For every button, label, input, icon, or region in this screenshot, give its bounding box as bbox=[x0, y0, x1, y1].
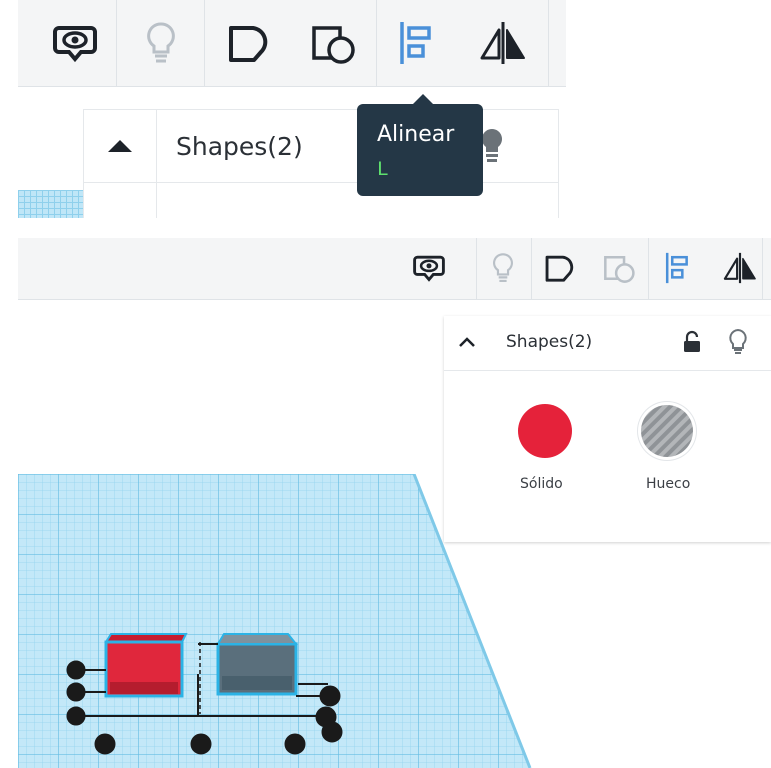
toolbar-divider bbox=[116, 0, 117, 86]
editor-panel: Shapes(2) Sólido Hueco bbox=[18, 238, 771, 768]
align-icon[interactable] bbox=[392, 18, 442, 68]
toolbar-divider bbox=[204, 0, 205, 86]
mirror-icon[interactable] bbox=[722, 250, 758, 286]
workplane-grid[interactable] bbox=[18, 190, 88, 218]
toolbar-divider bbox=[376, 0, 377, 86]
toolbar bbox=[18, 238, 771, 300]
notes-icon[interactable] bbox=[411, 250, 447, 286]
inspector-title: Shapes(2) bbox=[176, 132, 303, 161]
inspector-divider bbox=[156, 110, 157, 218]
shape-inspector: Shapes(2) bbox=[84, 110, 558, 218]
bulb-icon[interactable] bbox=[727, 328, 749, 356]
shape-inspector: Shapes(2) Sólido Hueco bbox=[444, 316, 771, 542]
bulb-icon[interactable] bbox=[136, 18, 186, 68]
collapse-icon[interactable] bbox=[106, 136, 134, 156]
toolbar-divider bbox=[648, 238, 649, 299]
solid-swatch[interactable] bbox=[518, 404, 572, 458]
group-icon[interactable] bbox=[542, 250, 578, 286]
chevron-up-icon[interactable] bbox=[458, 336, 476, 348]
hole-swatch[interactable] bbox=[638, 402, 696, 460]
align-tooltip: Alinear L bbox=[357, 94, 483, 196]
tooltip-shortcut: L bbox=[377, 158, 389, 180]
hole-label: Hueco bbox=[646, 476, 691, 492]
toolbar-divider bbox=[548, 0, 549, 86]
hole-box[interactable] bbox=[216, 633, 299, 696]
toolbar bbox=[18, 0, 566, 87]
lock-icon[interactable] bbox=[682, 330, 702, 354]
toolbar-divider bbox=[762, 238, 763, 299]
ungroup-icon[interactable] bbox=[601, 250, 637, 286]
align-icon[interactable] bbox=[660, 250, 696, 286]
group-icon[interactable] bbox=[224, 18, 274, 68]
tooltip-label: Alinear bbox=[377, 122, 455, 147]
notes-icon[interactable] bbox=[50, 18, 100, 68]
bulb-icon[interactable] bbox=[485, 250, 521, 286]
solid-box[interactable] bbox=[104, 633, 188, 698]
inspector-title: Shapes(2) bbox=[506, 332, 593, 352]
toolbar-divider bbox=[476, 238, 477, 299]
zoomed-toolbar-panel: Shapes(2) Alinear L bbox=[18, 0, 566, 218]
solid-label: Sólido bbox=[520, 476, 563, 492]
ungroup-icon[interactable] bbox=[308, 18, 358, 68]
inspector-header bbox=[444, 316, 771, 371]
mirror-icon[interactable] bbox=[478, 18, 528, 68]
toolbar-divider bbox=[531, 238, 532, 299]
